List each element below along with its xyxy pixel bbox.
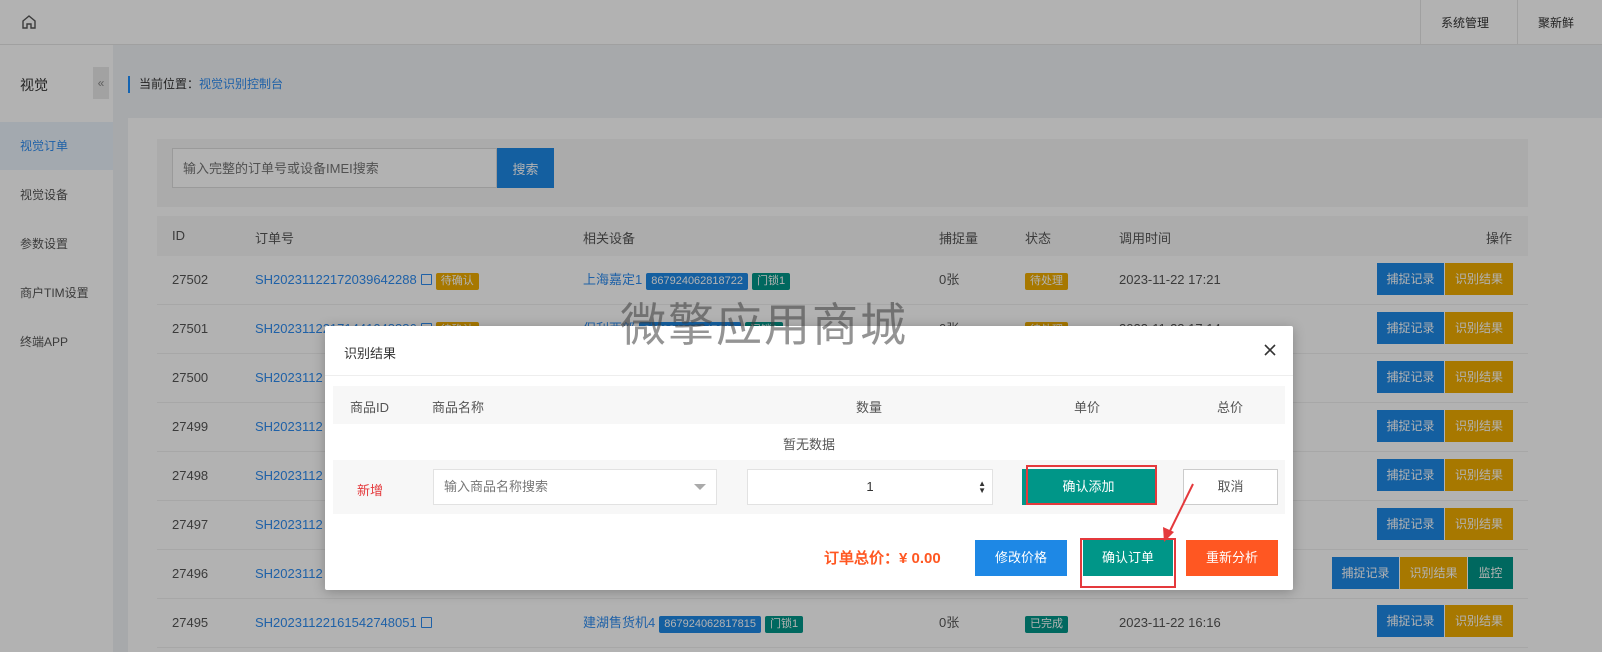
highlight-box: [1080, 538, 1176, 588]
dialog-title: 识别结果: [344, 346, 397, 361]
divider: [325, 375, 1293, 376]
stepper-arrows-icon[interactable]: ▲ ▼: [978, 480, 986, 495]
product-search-placeholder: 输入商品名称搜索: [444, 479, 549, 494]
order-total-value: ¥ 0.00: [899, 550, 941, 567]
cancel-button[interactable]: 取消: [1183, 469, 1278, 505]
empty-state: 暂无数据: [782, 437, 835, 452]
reanalyze-button[interactable]: 重新分析: [1186, 540, 1278, 576]
order-total: 订单总价：¥ 0.00: [824, 547, 941, 568]
modify-price-button[interactable]: 修改价格: [975, 540, 1067, 576]
watermark: 微擎应用商城: [620, 298, 908, 352]
highlight-box: [1026, 465, 1157, 505]
order-total-label: 订单总价：: [824, 550, 900, 567]
col-total-price: 总价: [1217, 400, 1244, 415]
recognition-result-dialog: 识别结果 商品ID 商品名称 数量 单价 总价 暂无数据 新增 输入商品名称搜索…: [325, 326, 1293, 590]
product-search-select[interactable]: 输入商品名称搜索: [433, 469, 717, 505]
chevron-down-icon: [694, 484, 706, 490]
col-product-id: 商品ID: [350, 400, 390, 415]
add-label: 新增: [357, 483, 384, 498]
close-icon[interactable]: [1262, 342, 1278, 358]
quantity-stepper[interactable]: 1 ▲ ▼: [747, 469, 993, 505]
col-product-name: 商品名称: [432, 400, 485, 415]
quantity-value: 1: [866, 479, 874, 494]
col-unit-price: 单价: [1074, 400, 1101, 415]
col-quantity: 数量: [856, 400, 883, 415]
